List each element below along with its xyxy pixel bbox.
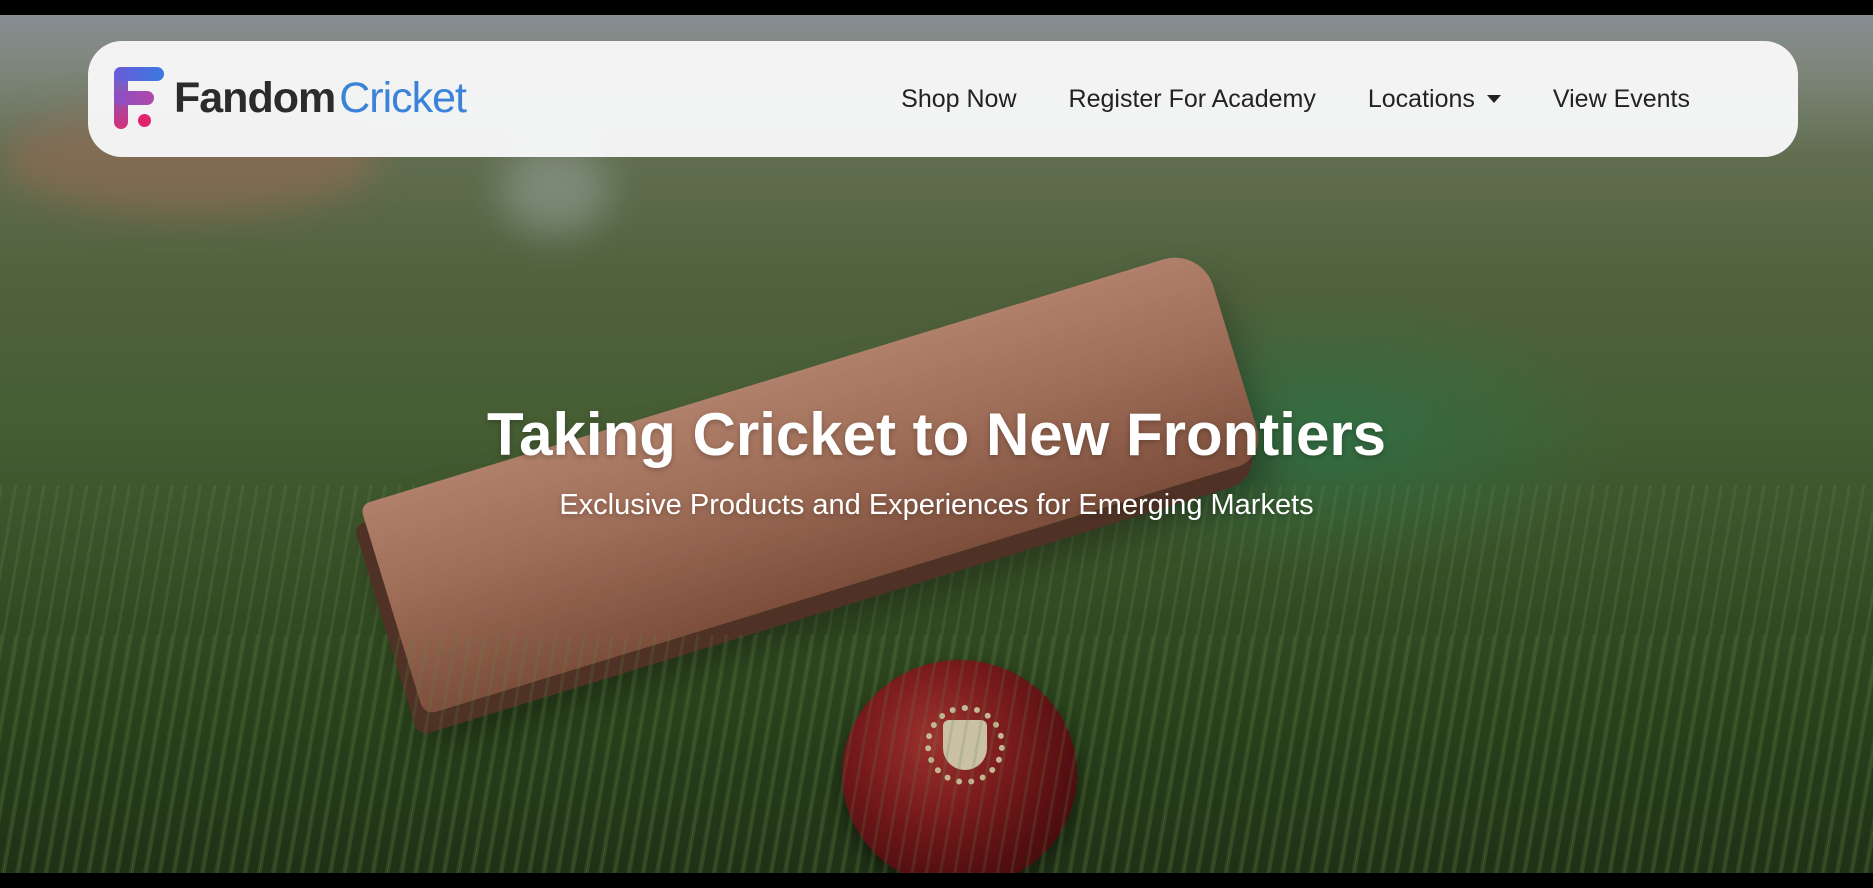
navbar: FandomCricket Shop Now Register For Acad… [88,41,1798,157]
nav-item-locations-dropdown[interactable]: Locations [1368,85,1501,114]
caret-down-icon [1486,95,1501,103]
brand-word-cricket: Cricket [339,73,467,122]
nav-item-register-academy[interactable]: Register For Academy [1069,85,1316,114]
hero-title: Taking Cricket to New Frontiers [486,401,1387,468]
brand-word-fandom: Fandom [174,73,336,122]
brand-logo[interactable]: FandomCricket [114,67,467,129]
nav-item-view-events[interactable]: View Events [1553,85,1690,114]
brand-wordmark: FandomCricket [174,73,467,122]
hero-subtitle: Exclusive Products and Experiences for E… [559,489,1314,521]
nav-item-shop-now[interactable]: Shop Now [901,85,1016,114]
nav-item-locations-label: Locations [1367,84,1475,113]
nav-menu: Shop Now Register For Academy Locations … [849,41,1690,157]
hero-section: FandomCricket Shop Now Register For Acad… [0,15,1873,873]
logo-f-icon [114,67,166,129]
